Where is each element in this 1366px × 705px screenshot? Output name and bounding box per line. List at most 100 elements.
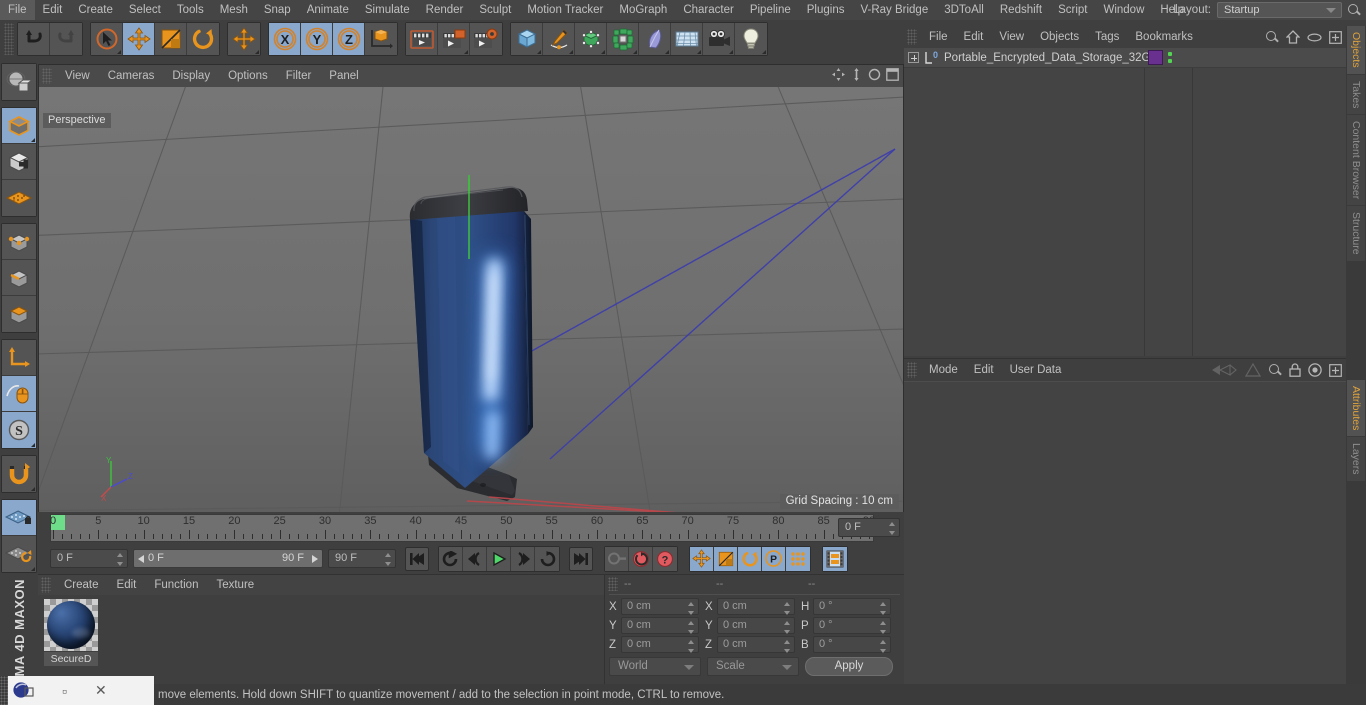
menu-item-snap[interactable]: Snap (256, 0, 299, 20)
viewport-menu-view[interactable]: View (56, 65, 99, 87)
coord-size-z-input[interactable]: 0 cm (717, 636, 795, 653)
coordinate-system-dropdown[interactable]: World (609, 657, 701, 676)
soft-selection-button[interactable]: S (2, 412, 36, 448)
lock-x-button[interactable]: X (269, 23, 301, 55)
position-key-button[interactable] (690, 546, 714, 571)
play-forward-loop-button[interactable] (535, 546, 559, 571)
spinner-icon[interactable] (889, 522, 896, 535)
eye-icon[interactable] (1307, 32, 1322, 43)
viewport-solo-button[interactable] (2, 376, 36, 412)
texture-mode-button[interactable] (2, 144, 36, 180)
search-icon[interactable] (1268, 363, 1282, 377)
spinner-icon[interactable] (117, 553, 124, 566)
model-mode-button[interactable] (2, 108, 36, 144)
right-tab-content-browser[interactable]: Content Browser (1347, 115, 1365, 206)
add-scene-button[interactable] (671, 23, 703, 55)
attribute-manager-grip[interactable] (907, 362, 917, 378)
close-icon[interactable]: ✕ (95, 682, 107, 699)
viewport-menu-filter[interactable]: Filter (277, 65, 321, 87)
material-preview[interactable] (44, 599, 98, 651)
spinner-icon[interactable] (784, 640, 791, 653)
menu-item-plugins[interactable]: Plugins (799, 0, 853, 20)
menu-item-create[interactable]: Create (70, 0, 121, 20)
menu-item-file[interactable]: File (0, 0, 35, 20)
spinner-icon[interactable] (385, 553, 392, 566)
history-back-icon[interactable] (1210, 363, 1238, 377)
menu-item-character[interactable]: Character (675, 0, 742, 20)
coord-size-x-input[interactable]: 0 cm (717, 598, 795, 615)
object-menu-file[interactable]: File (921, 26, 956, 48)
timeline-view-button[interactable] (823, 546, 847, 571)
menu-item-3dtoall[interactable]: 3DToAll (936, 0, 992, 20)
home-icon[interactable] (1286, 30, 1300, 44)
object-menu-view[interactable]: View (991, 26, 1032, 48)
lock-workplane-button[interactable] (2, 500, 36, 536)
menu-item-redshift[interactable]: Redshift (992, 0, 1050, 20)
attribute-manager-content[interactable] (904, 381, 1346, 684)
toolbar-grip[interactable] (4, 23, 14, 55)
menu-item-sculpt[interactable]: Sculpt (471, 0, 519, 20)
lock-z-button[interactable]: Z (333, 23, 365, 55)
material-manager-grip[interactable] (41, 577, 51, 593)
coordinate-mode-dropdown[interactable]: Scale (707, 657, 799, 676)
coord-pos-y-input[interactable]: 0 cm (621, 617, 699, 634)
lock-icon[interactable] (1289, 363, 1301, 377)
menu-item-pipeline[interactable]: Pipeline (742, 0, 799, 20)
add-deformer-button[interactable] (639, 23, 671, 55)
menu-item-mesh[interactable]: Mesh (212, 0, 256, 20)
layout-dropdown[interactable]: Startup (1217, 2, 1342, 18)
next-frame-button[interactable] (511, 546, 535, 571)
minimize-icon[interactable]: ▫ (62, 683, 67, 699)
attribute-menu-user-data[interactable]: User Data (1002, 359, 1070, 381)
menu-item-edit[interactable]: Edit (35, 0, 71, 20)
target-icon[interactable] (1308, 363, 1322, 377)
coordinates-grip[interactable] (608, 577, 618, 591)
rotate-tool-button[interactable] (187, 23, 219, 55)
edges-mode-button[interactable] (2, 260, 36, 296)
viewport-menu-options[interactable]: Options (219, 65, 277, 87)
render-settings-button[interactable] (470, 23, 502, 55)
spinner-icon[interactable] (880, 602, 887, 615)
preview-range-bar[interactable]: 0 F 90 F (133, 549, 323, 568)
redo-button[interactable] (50, 23, 82, 55)
menu-item-render[interactable]: Render (418, 0, 472, 20)
layer-color-swatch[interactable] (1148, 50, 1163, 65)
object-row[interactable]: 0 Portable_Encrypted_Data_Storage_32GB (904, 48, 1346, 68)
workplane-mode-button[interactable] (2, 180, 36, 216)
planar-workplane-button[interactable] (2, 536, 36, 572)
object-manager-list[interactable]: 0 Portable_Encrypted_Data_Storage_32GB (904, 48, 1346, 356)
add-cube-button[interactable] (511, 23, 543, 55)
go-to-start-button[interactable] (405, 546, 429, 571)
render-region-button[interactable] (438, 23, 470, 55)
right-tab-attributes[interactable]: Attributes (1347, 379, 1365, 437)
spinner-icon[interactable] (688, 640, 695, 653)
current-frame-field[interactable]: 0 F (50, 549, 128, 568)
coord-size-y-input[interactable]: 0 cm (717, 617, 795, 634)
lock-y-button[interactable]: Y (301, 23, 333, 55)
add-spline-button[interactable] (543, 23, 575, 55)
search-icon[interactable] (1265, 30, 1279, 44)
maximize-icon[interactable] (886, 68, 899, 81)
menu-item-script[interactable]: Script (1050, 0, 1095, 20)
right-tab-objects[interactable]: Objects (1347, 26, 1365, 74)
material-menu-function[interactable]: Function (145, 575, 207, 595)
enable-snap-button[interactable] (2, 456, 36, 492)
play-backwards-loop-button[interactable] (439, 546, 463, 571)
right-tab-layers[interactable]: Layers (1347, 437, 1365, 481)
spinner-icon[interactable] (784, 602, 791, 615)
render-view-button[interactable] (406, 23, 438, 55)
previous-frame-button[interactable] (463, 546, 487, 571)
zoom-icon[interactable] (850, 68, 863, 81)
add-mograph-button[interactable] (607, 23, 639, 55)
rotation-key-button[interactable] (738, 546, 762, 571)
material-menu-create[interactable]: Create (55, 575, 108, 595)
enable-axis-button[interactable] (2, 340, 36, 376)
spinner-icon[interactable] (784, 621, 791, 634)
rotate-icon[interactable] (868, 68, 881, 81)
viewport-menu-panel[interactable]: Panel (320, 65, 367, 87)
make-editable-button[interactable] (2, 64, 36, 100)
coord-pos-z-input[interactable]: 0 cm (621, 636, 699, 653)
timeline-ruler[interactable]: 051015202530354045505560657075808590 (50, 514, 875, 542)
attribute-menu-mode[interactable]: Mode (921, 359, 966, 381)
range-left-arrow-icon[interactable] (138, 555, 144, 563)
